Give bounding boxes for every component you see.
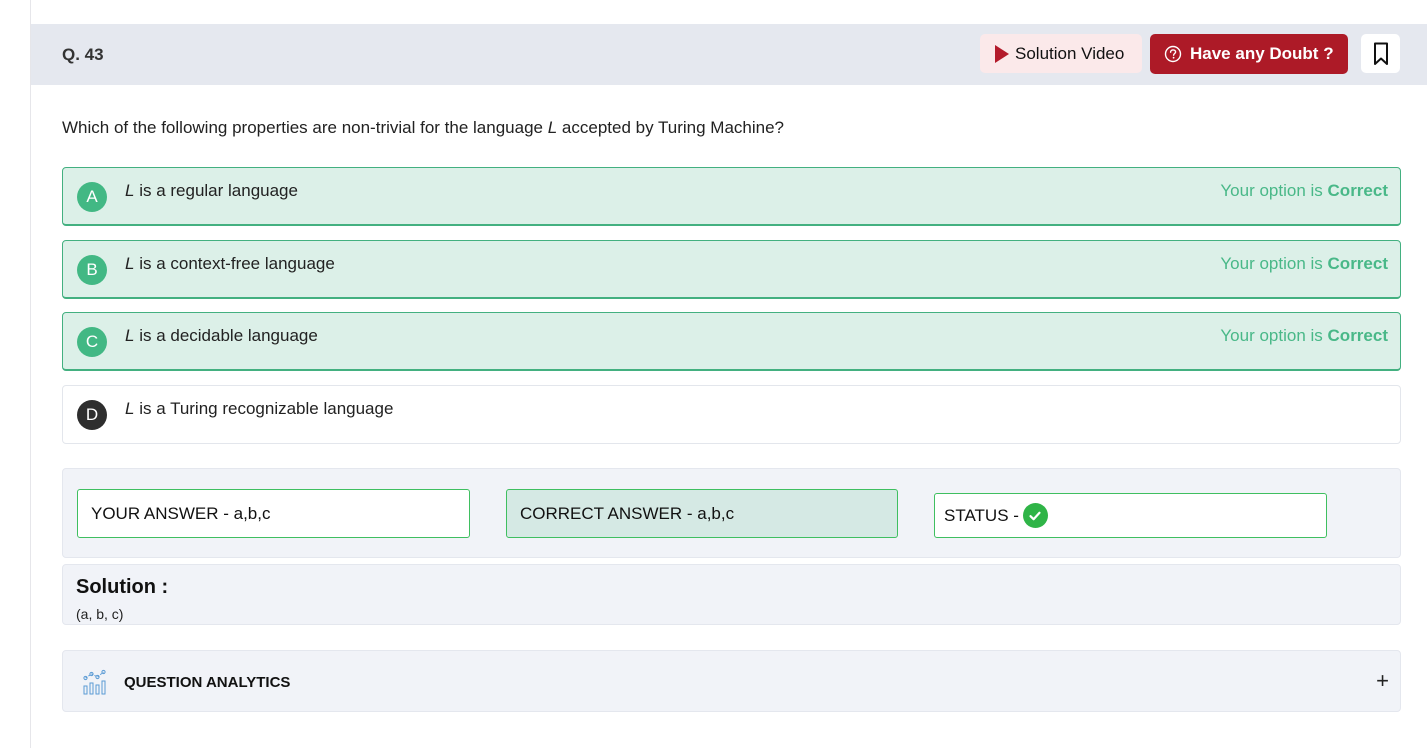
- question-analytics-title: QUESTION ANALYTICS: [124, 674, 291, 691]
- analytics-icon: [83, 669, 106, 695]
- solution-body: (a, b, c): [76, 606, 124, 622]
- verdict-prefix: Your option is: [1220, 326, 1328, 345]
- question-text-variable: L: [547, 118, 558, 137]
- option-b[interactable]: B L is a context-free language Your opti…: [62, 240, 1401, 299]
- solution-title: Solution :: [76, 576, 169, 598]
- option-label: is a regular language: [134, 181, 298, 200]
- option-label: is a Turing recognizable language: [134, 399, 394, 418]
- option-a[interactable]: A L is a regular language Your option is…: [62, 167, 1401, 226]
- option-text: L is a regular language: [125, 181, 298, 201]
- verdict-value: Correct: [1327, 254, 1388, 273]
- status-box: STATUS -: [934, 493, 1327, 538]
- correct-answer-box: CORRECT ANSWER - a,b,c: [506, 489, 898, 538]
- option-d[interactable]: D L is a Turing recognizable language: [62, 385, 1401, 444]
- option-text: L is a Turing recognizable language: [125, 399, 393, 419]
- option-verdict: Your option is Correct: [1220, 254, 1388, 274]
- answer-panel: YOUR ANSWER - a,b,c CORRECT ANSWER - a,b…: [62, 468, 1401, 558]
- option-badge: A: [77, 182, 107, 212]
- question-number: Q. 43: [62, 45, 104, 64]
- question-text-suffix: accepted by Turing Machine?: [557, 118, 784, 137]
- option-badge: B: [77, 255, 107, 285]
- play-icon: [995, 44, 1009, 63]
- option-label: is a decidable language: [134, 326, 318, 345]
- option-text: L is a decidable language: [125, 326, 318, 346]
- solution-panel: Solution : (a, b, c): [62, 564, 1401, 625]
- bookmark-icon: [1373, 42, 1388, 65]
- question-text: Which of the following properties are no…: [62, 118, 784, 138]
- option-c[interactable]: C L is a decidable language Your option …: [62, 312, 1401, 371]
- option-verdict: Your option is Correct: [1220, 326, 1388, 346]
- verdict-value: Correct: [1327, 181, 1388, 200]
- option-text: L is a context-free language: [125, 254, 335, 274]
- solution-video-label: Solution Video: [1015, 43, 1125, 63]
- bookmark-button[interactable]: [1361, 34, 1400, 73]
- verdict-prefix: Your option is: [1220, 181, 1328, 200]
- left-divider: [30, 0, 31, 748]
- have-doubt-label: Have any Doubt ?: [1190, 44, 1334, 63]
- check-icon: [1022, 503, 1048, 528]
- option-verdict: Your option is Correct: [1220, 181, 1388, 201]
- solution-video-button[interactable]: Solution Video: [980, 34, 1142, 73]
- have-doubt-button[interactable]: Have any Doubt ?: [1150, 34, 1348, 74]
- question-analytics-toggle[interactable]: QUESTION ANALYTICS +: [62, 650, 1401, 712]
- verdict-prefix: Your option is: [1220, 254, 1328, 273]
- question-text-prefix: Which of the following properties are no…: [62, 118, 548, 137]
- option-badge: C: [77, 327, 107, 357]
- verdict-value: Correct: [1327, 326, 1388, 345]
- question-header: Q. 43 Solution Video Have any Doubt ?: [31, 24, 1427, 85]
- option-label: is a context-free language: [134, 254, 335, 273]
- status-label: STATUS -: [944, 505, 1019, 525]
- option-badge: D: [77, 400, 107, 430]
- plus-icon[interactable]: +: [1376, 668, 1389, 694]
- your-answer-box: YOUR ANSWER - a,b,c: [77, 489, 470, 538]
- doubt-icon: [1164, 45, 1182, 63]
